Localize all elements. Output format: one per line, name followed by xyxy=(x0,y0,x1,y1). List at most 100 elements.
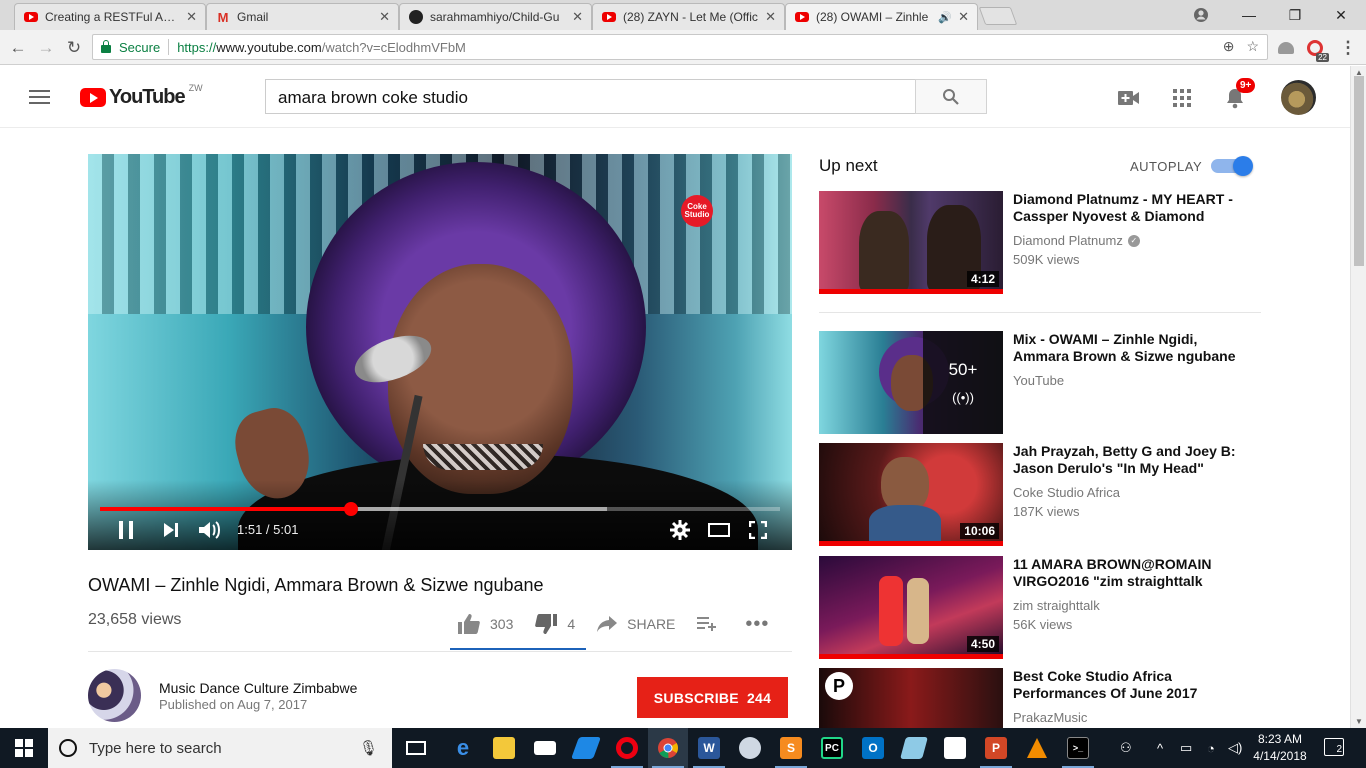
subscribe-button[interactable]: SUBSCRIBE 244 xyxy=(637,677,788,718)
show-hidden-icons-icon[interactable]: ^ xyxy=(1157,728,1163,768)
speaker-icon[interactable]: 🔊 xyxy=(938,11,952,24)
close-icon[interactable]: ✕ xyxy=(186,9,197,25)
recommendation-title[interactable]: 11 AMARA BROWN@ROMAIN VIRGO2016 "zim str… xyxy=(1013,556,1253,590)
recommendation-channel[interactable]: zim straighttalk xyxy=(1013,598,1100,613)
channel-avatar[interactable] xyxy=(88,669,141,722)
settings-gear-icon[interactable] xyxy=(668,518,692,542)
battery-icon[interactable]: ▭ xyxy=(1180,728,1192,768)
scroll-down-arrow-icon[interactable]: ▼ xyxy=(1355,717,1363,726)
recommendation-item[interactable]: 10:06 Jah Prayzah, Betty G and Joey B: J… xyxy=(819,443,1261,547)
vlc-icon[interactable] xyxy=(1017,728,1057,768)
address-bar[interactable]: Secure https:// www.youtube.com /watch?v… xyxy=(92,34,1268,60)
recommendation-channel[interactable]: Coke Studio Africa xyxy=(1013,485,1120,500)
powerpoint-icon[interactable]: P xyxy=(976,728,1016,768)
people-icon[interactable]: ⚇ xyxy=(1120,728,1132,768)
close-icon[interactable]: ✕ xyxy=(572,9,583,25)
edge-icon[interactable]: e xyxy=(443,728,483,768)
app-icon[interactable] xyxy=(566,728,606,768)
video-thumbnail[interactable]: 4:50 xyxy=(819,556,1003,659)
zoom-icon[interactable]: ⊕ xyxy=(1223,38,1235,55)
theater-mode-icon[interactable] xyxy=(707,518,731,542)
video-thumbnail[interactable]: 4:12 xyxy=(819,191,1003,294)
pycharm-icon[interactable]: PC xyxy=(812,728,852,768)
share-button[interactable]: SHARE xyxy=(597,616,675,632)
profile-icon[interactable] xyxy=(1178,0,1224,30)
apps-grid-icon[interactable] xyxy=(1170,86,1194,110)
dislike-button[interactable]: 4 xyxy=(535,614,575,634)
chrome-icon[interactable] xyxy=(648,728,688,768)
close-icon[interactable]: ✕ xyxy=(958,9,969,25)
photos-icon[interactable] xyxy=(935,728,975,768)
bookmark-star-icon[interactable]: ☆ xyxy=(1246,38,1259,55)
restore-icon[interactable]: ❐ xyxy=(1272,0,1318,30)
search-button[interactable] xyxy=(915,79,987,114)
close-icon[interactable]: ✕ xyxy=(379,9,390,25)
recommendation-channel[interactable]: Diamond Platnumz xyxy=(1013,233,1123,248)
scrubber-handle[interactable] xyxy=(343,502,358,516)
upload-video-icon[interactable] xyxy=(1117,86,1141,110)
reload-icon[interactable]: ↻ xyxy=(62,36,86,60)
page-scrollbar[interactable]: ▲ ▼ xyxy=(1350,66,1366,728)
account-avatar[interactable] xyxy=(1281,80,1316,115)
like-button[interactable]: 303 xyxy=(458,614,513,634)
recommendation-item[interactable]: P Best Coke Studio Africa Performances O… xyxy=(819,668,1261,728)
recommendation-title[interactable]: Diamond Platnumz - MY HEART - Cassper Ny… xyxy=(1013,191,1253,225)
recommendation-channel[interactable]: YouTube xyxy=(1013,373,1064,388)
file-explorer-icon[interactable] xyxy=(484,728,524,768)
recommendation-title[interactable]: Mix - OWAMI – Zinhle Ngidi, Ammara Brown… xyxy=(1013,331,1253,365)
video-player[interactable]: Coke Studio 1:51 / 5:01 xyxy=(88,154,792,550)
windows-start-icon[interactable] xyxy=(4,728,44,768)
scrollbar-thumb[interactable] xyxy=(1354,76,1364,266)
forward-icon[interactable]: → xyxy=(34,36,58,60)
next-icon[interactable] xyxy=(159,518,183,542)
sublime-text-icon[interactable]: S xyxy=(771,728,811,768)
autoplay-toggle[interactable] xyxy=(1211,156,1253,176)
video-thumbnail[interactable]: 50+ ((•)) xyxy=(819,331,1003,434)
paint-icon[interactable] xyxy=(730,728,770,768)
browser-tab[interactable]: sarahmamhiyo/Child-Gu ✕ xyxy=(399,3,592,30)
recommendation-item[interactable]: 50+ ((•)) Mix - OWAMI – Zinhle Ngidi, Am… xyxy=(819,331,1261,435)
volume-icon[interactable] xyxy=(197,518,221,542)
add-to-playlist-button[interactable] xyxy=(697,615,717,634)
browser-tab[interactable]: M Gmail ✕ xyxy=(206,3,399,30)
recommendation-channel[interactable]: PrakazMusic xyxy=(1013,710,1087,725)
new-tab-button[interactable] xyxy=(978,7,1018,25)
video-thumbnail[interactable]: P xyxy=(819,668,1003,728)
fullscreen-icon[interactable] xyxy=(746,518,770,542)
video-thumbnail[interactable]: 10:06 xyxy=(819,443,1003,546)
terminal-icon[interactable]: >_ xyxy=(1058,728,1098,768)
wifi-icon[interactable]: ◔ xyxy=(1207,728,1215,768)
browser-tab-active[interactable]: (28) OWAMI – Zinhle 🔊 ✕ xyxy=(785,3,978,30)
close-window-icon[interactable]: ✕ xyxy=(1318,0,1364,30)
browser-tab[interactable]: (28) ZAYN - Let Me (Offic ✕ xyxy=(592,3,785,30)
opera-icon[interactable] xyxy=(607,728,647,768)
more-actions-button[interactable]: ••• xyxy=(745,613,769,636)
menu-icon[interactable]: ⋮ xyxy=(1336,36,1360,60)
hamburger-menu-icon[interactable] xyxy=(29,90,50,104)
extension-badge-icon[interactable]: 22 xyxy=(1303,36,1329,62)
volume-tray-icon[interactable]: ◁) xyxy=(1228,728,1242,768)
back-icon[interactable]: ← xyxy=(6,36,30,60)
recommendation-title[interactable]: Jah Prayzah, Betty G and Joey B: Jason D… xyxy=(1013,443,1253,477)
minimize-icon[interactable]: — xyxy=(1226,0,1272,30)
recommendation-item[interactable]: 4:12 Diamond Platnumz - MY HEART - Cassp… xyxy=(819,191,1261,295)
recommendation-item[interactable]: 4:50 11 AMARA BROWN@ROMAIN VIRGO2016 "zi… xyxy=(819,556,1261,660)
word-icon[interactable]: W xyxy=(689,728,729,768)
close-icon[interactable]: ✕ xyxy=(765,9,776,25)
pause-icon[interactable] xyxy=(114,518,138,542)
sticky-app-icon[interactable] xyxy=(894,728,934,768)
task-view-icon[interactable] xyxy=(396,728,436,768)
channel-name[interactable]: Music Dance Culture Zimbabwe xyxy=(159,680,357,696)
browser-tab[interactable]: Creating a RESTFul API in ✕ xyxy=(14,3,206,30)
recommendation-title[interactable]: Best Coke Studio Africa Performances Of … xyxy=(1013,668,1253,702)
mail-icon[interactable] xyxy=(525,728,565,768)
extension-icon[interactable] xyxy=(1274,36,1298,60)
progress-bar[interactable] xyxy=(100,502,780,516)
microphone-icon[interactable]: 🎙 xyxy=(359,739,378,757)
youtube-logo[interactable]: YouTube ZW xyxy=(80,83,203,109)
outlook-icon[interactable]: O xyxy=(853,728,893,768)
taskbar-search[interactable]: Type here to search 🎙 xyxy=(48,728,392,768)
action-center-icon[interactable]: 2 xyxy=(1324,738,1344,756)
system-clock[interactable]: 8:23 AM 4/14/2018 xyxy=(1252,731,1308,765)
search-input[interactable]: amara brown coke studio xyxy=(265,79,916,114)
